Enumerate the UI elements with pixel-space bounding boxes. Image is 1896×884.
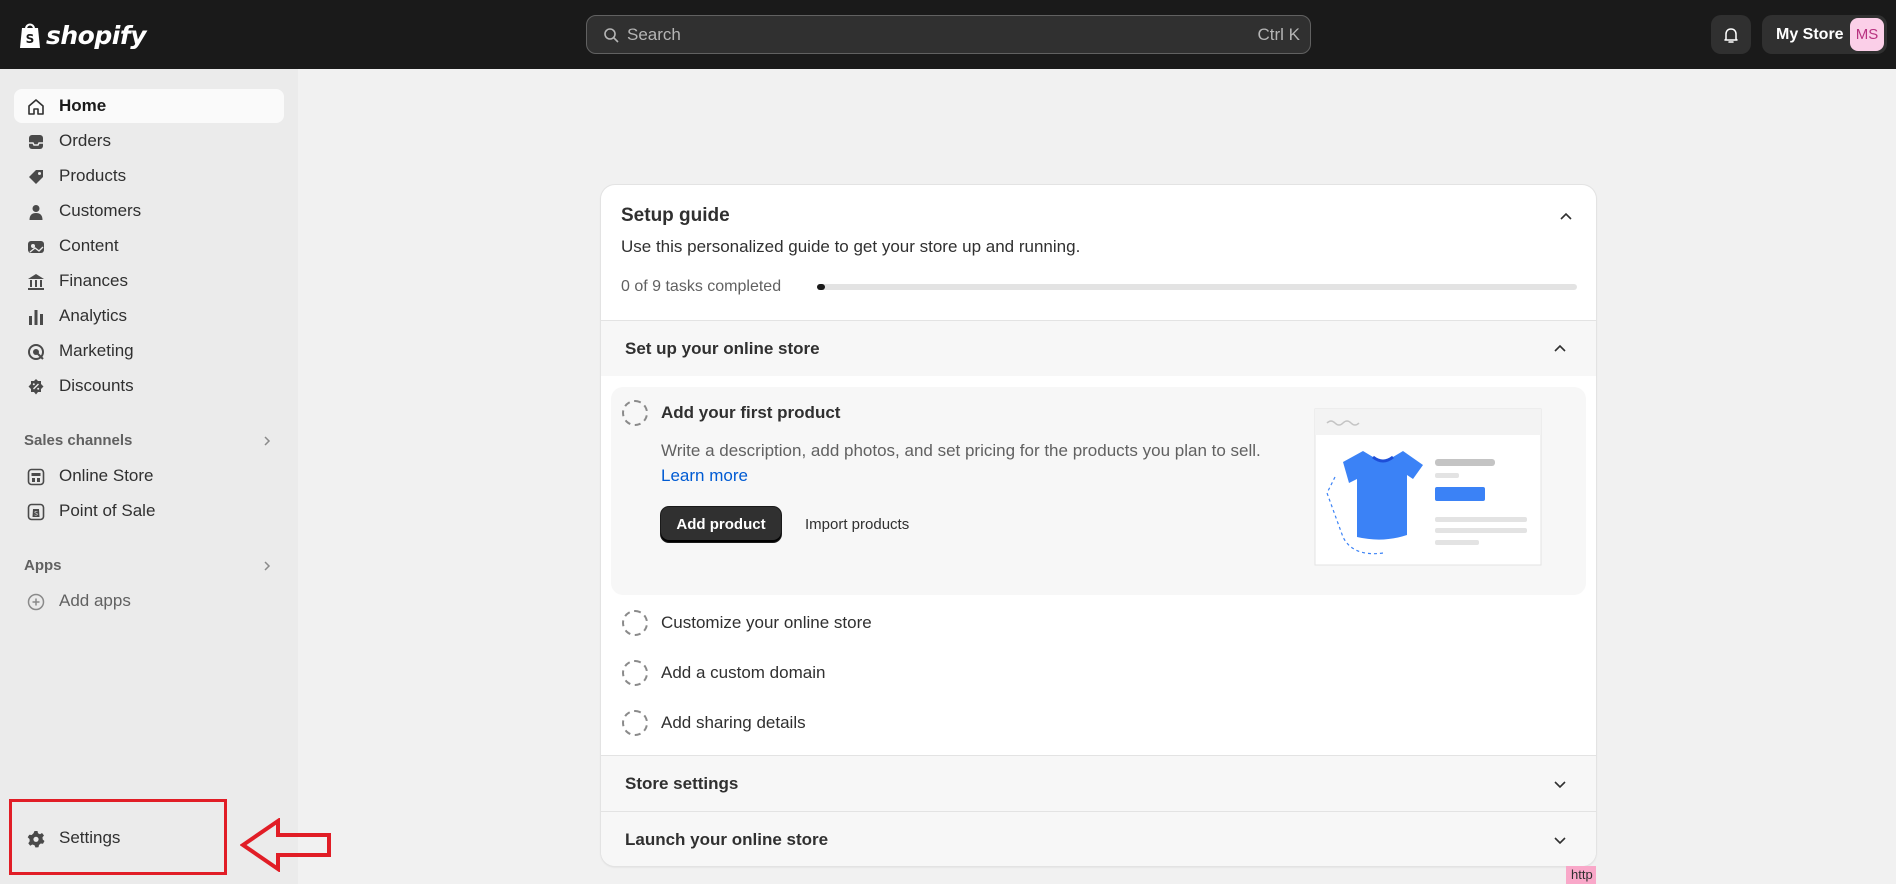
sidebar-item-label: Add apps [59,591,131,610]
sidebar-item-label: Customers [59,201,142,220]
sidebar-item-label: Finances [59,271,128,290]
task-customize-store[interactable]: Customize your online store [611,603,1586,643]
search-input[interactable]: Search Ctrl K [586,15,1311,54]
progress-bar [817,284,1577,290]
person-icon [26,202,46,222]
gear-icon [26,829,46,849]
sales-channels-header[interactable]: Sales channels [24,429,274,453]
search-placeholder: Search [627,25,681,44]
discount-icon [26,377,46,397]
section-store-settings[interactable]: Store settings [601,755,1596,811]
logo-text: shopify [46,20,147,50]
store-name: My Store [1776,26,1844,43]
image-icon [26,237,46,257]
store-menu-button[interactable]: My Store MS [1762,15,1887,54]
sidebar-item-home[interactable]: Home [14,89,284,123]
sidebar-item-orders[interactable]: Orders [14,124,284,158]
sidebar-item-label: Discounts [59,376,134,395]
sidebar-item-finances[interactable]: Finances [14,264,284,298]
sidebar-item-products[interactable]: Products [14,159,284,193]
section-label: Store settings [625,774,739,793]
inbox-icon [26,132,46,152]
chevron-right-icon [264,436,271,446]
sales-channels-title: Sales channels [24,432,133,449]
shopping-bag-icon: S [20,23,40,48]
notifications-button[interactable] [1711,15,1751,54]
home-icon [26,97,46,117]
task-label: Add sharing details [661,713,806,732]
progress-text: 0 of 9 tasks completed [621,278,782,295]
sidebar-item-marketing[interactable]: Marketing [14,334,284,368]
sidebar-item-label: Content [59,236,119,255]
section-launch-store[interactable]: Launch your online store [601,811,1596,866]
shopify-logo[interactable]: S shopify [18,18,147,52]
sidebar-item-content[interactable]: Content [14,229,284,263]
learn-more-link[interactable]: Learn more [661,466,748,485]
store-icon [26,467,46,487]
section-label: Launch your online store [625,830,829,849]
bank-icon [26,272,46,292]
sidebar-item-label: Analytics [59,306,128,325]
task-sharing-details[interactable]: Add sharing details [611,703,1586,743]
sidebar-item-customers[interactable]: Customers [14,194,284,228]
svg-text:S: S [26,32,35,46]
sidebar-item-label: Online Store [59,466,154,485]
chevron-up-icon [1554,344,1566,352]
task-label: Add a custom domain [661,663,826,682]
bell-icon [1724,27,1738,43]
tshirt-illustration [1314,408,1542,566]
task-status-circle[interactable] [622,400,648,426]
sidebar-item-label: Point of Sale [59,501,156,520]
setup-guide-card: Setup guide Use this personalized guide … [601,185,1596,866]
section-label: Set up your online store [625,339,820,358]
add-product-button[interactable]: Add product [661,507,781,542]
search-icon [604,28,619,43]
task-description: Write a description, add photos, and set… [661,438,1261,488]
task-label: Customize your online store [661,613,872,632]
chevron-up-icon[interactable] [1558,209,1574,225]
sidebar: Home Orders Products Customers Content F… [0,69,298,884]
search-shortcut: Ctrl K [1257,25,1301,44]
svg-text:S: S [34,511,38,518]
import-products-button[interactable]: Import products [805,507,909,542]
sidebar-item-point-of-sale[interactable]: S Point of Sale [14,494,284,528]
tag-icon [26,167,46,187]
avatar: MS [1850,18,1884,51]
top-bar: S shopify Search Ctrl K My Store MS [0,0,1896,69]
arrow-left-icon [240,818,331,872]
target-icon [26,342,46,362]
url-badge: http [1566,866,1596,884]
task-status-circle[interactable] [622,660,648,686]
task-title: Add your first product [661,403,841,422]
sidebar-item-add-apps[interactable]: Add apps [14,584,284,618]
progress-fill [817,284,825,290]
sidebar-item-online-store[interactable]: Online Store [14,459,284,493]
sidebar-item-discounts[interactable]: Discounts [14,369,284,403]
chevron-right-icon [264,561,271,571]
sidebar-item-label: Settings [59,828,121,847]
bar-chart-icon [26,307,46,327]
task-description-text: Write a description, add photos, and set… [661,441,1261,460]
sidebar-item-label: Home [59,96,107,115]
sidebar-item-label: Orders [59,131,111,150]
task-status-circle[interactable] [622,610,648,636]
task-add-first-product: Add your first product Write a descripti… [611,387,1586,595]
apps-title: Apps [24,557,62,574]
task-status-circle[interactable] [622,710,648,736]
plus-circle-icon [26,592,46,612]
sidebar-item-label: Marketing [59,341,134,360]
section-online-store[interactable]: Set up your online store [601,320,1596,376]
task-custom-domain[interactable]: Add a custom domain [611,653,1586,693]
pos-icon: S [26,502,46,522]
sidebar-item-analytics[interactable]: Analytics [14,299,284,333]
card-subtitle: Use this personalized guide to get your … [621,237,1081,256]
apps-header[interactable]: Apps [24,554,274,578]
chevron-down-icon [1554,781,1566,789]
chevron-down-icon [1554,837,1566,845]
card-title: Setup guide [621,205,730,226]
sidebar-item-label: Products [59,166,127,185]
